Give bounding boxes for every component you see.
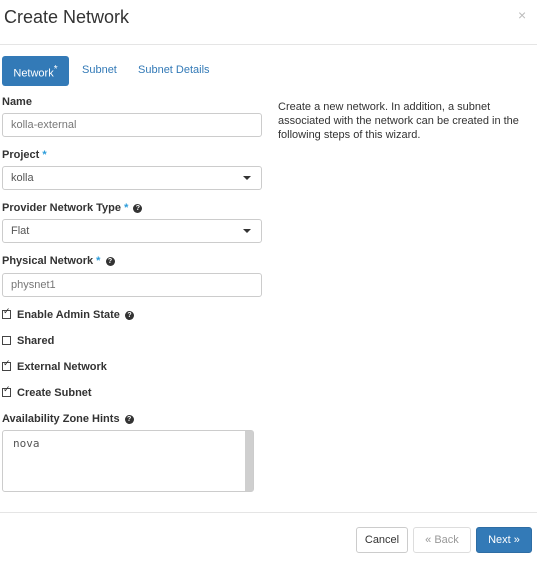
- dialog-header: Create Network ×: [0, 0, 537, 45]
- availability-zone-option[interactable]: nova: [13, 437, 40, 450]
- enable-admin-state-checkbox[interactable]: Enable Admin State ?: [2, 306, 134, 321]
- help-icon[interactable]: ?: [124, 414, 134, 424]
- project-select[interactable]: kolla: [2, 166, 262, 190]
- provider-network-type-value: Flat: [11, 225, 30, 237]
- availability-zone-hints-label: Availability Zone Hints ?: [2, 413, 134, 425]
- tab-network-label: Network: [13, 67, 54, 80]
- shared-checkbox[interactable]: Shared: [2, 335, 54, 347]
- provider-network-type-select[interactable]: Flat: [2, 219, 262, 243]
- close-icon[interactable]: ×: [518, 7, 526, 23]
- tab-subnet-details[interactable]: Subnet Details: [138, 56, 210, 86]
- back-button[interactable]: « Back: [413, 527, 471, 553]
- help-icon[interactable]: ?: [124, 310, 134, 320]
- checkbox-checked-icon[interactable]: [2, 306, 11, 319]
- cancel-button[interactable]: Cancel: [356, 527, 408, 553]
- help-icon[interactable]: ?: [133, 203, 143, 213]
- wizard-description: Create a new network. In addition, a sub…: [278, 101, 519, 141]
- next-button[interactable]: Next »: [476, 527, 532, 553]
- required-marker: *: [53, 64, 58, 75]
- scrollbar[interactable]: [245, 431, 253, 491]
- checkbox-checked-icon[interactable]: [2, 384, 11, 397]
- chevron-down-icon: [243, 176, 251, 180]
- physical-network-label: Physical Network * ?: [2, 255, 115, 267]
- dialog-title: Create Network: [4, 7, 130, 27]
- provider-network-type-label: Provider Network Type * ?: [2, 202, 143, 214]
- chevron-down-icon: [243, 229, 251, 233]
- dialog-footer: Cancel « Back Next »: [0, 512, 537, 561]
- tab-network[interactable]: Network*: [2, 56, 69, 86]
- project-label: Project *: [2, 149, 47, 161]
- project-select-value: kolla: [11, 172, 34, 184]
- create-subnet-checkbox[interactable]: Create Subnet: [2, 384, 92, 399]
- external-network-checkbox[interactable]: External Network: [2, 358, 107, 373]
- checkbox-checked-icon[interactable]: [2, 358, 11, 371]
- name-input[interactable]: kolla-external: [2, 113, 262, 137]
- checkbox-unchecked-icon[interactable]: [2, 335, 11, 345]
- help-icon[interactable]: ?: [105, 256, 115, 266]
- name-label: Name: [2, 96, 32, 108]
- tab-subnet[interactable]: Subnet: [82, 56, 117, 86]
- physical-network-input[interactable]: physnet1: [2, 273, 262, 297]
- availability-zone-hints-list[interactable]: nova: [2, 430, 254, 492]
